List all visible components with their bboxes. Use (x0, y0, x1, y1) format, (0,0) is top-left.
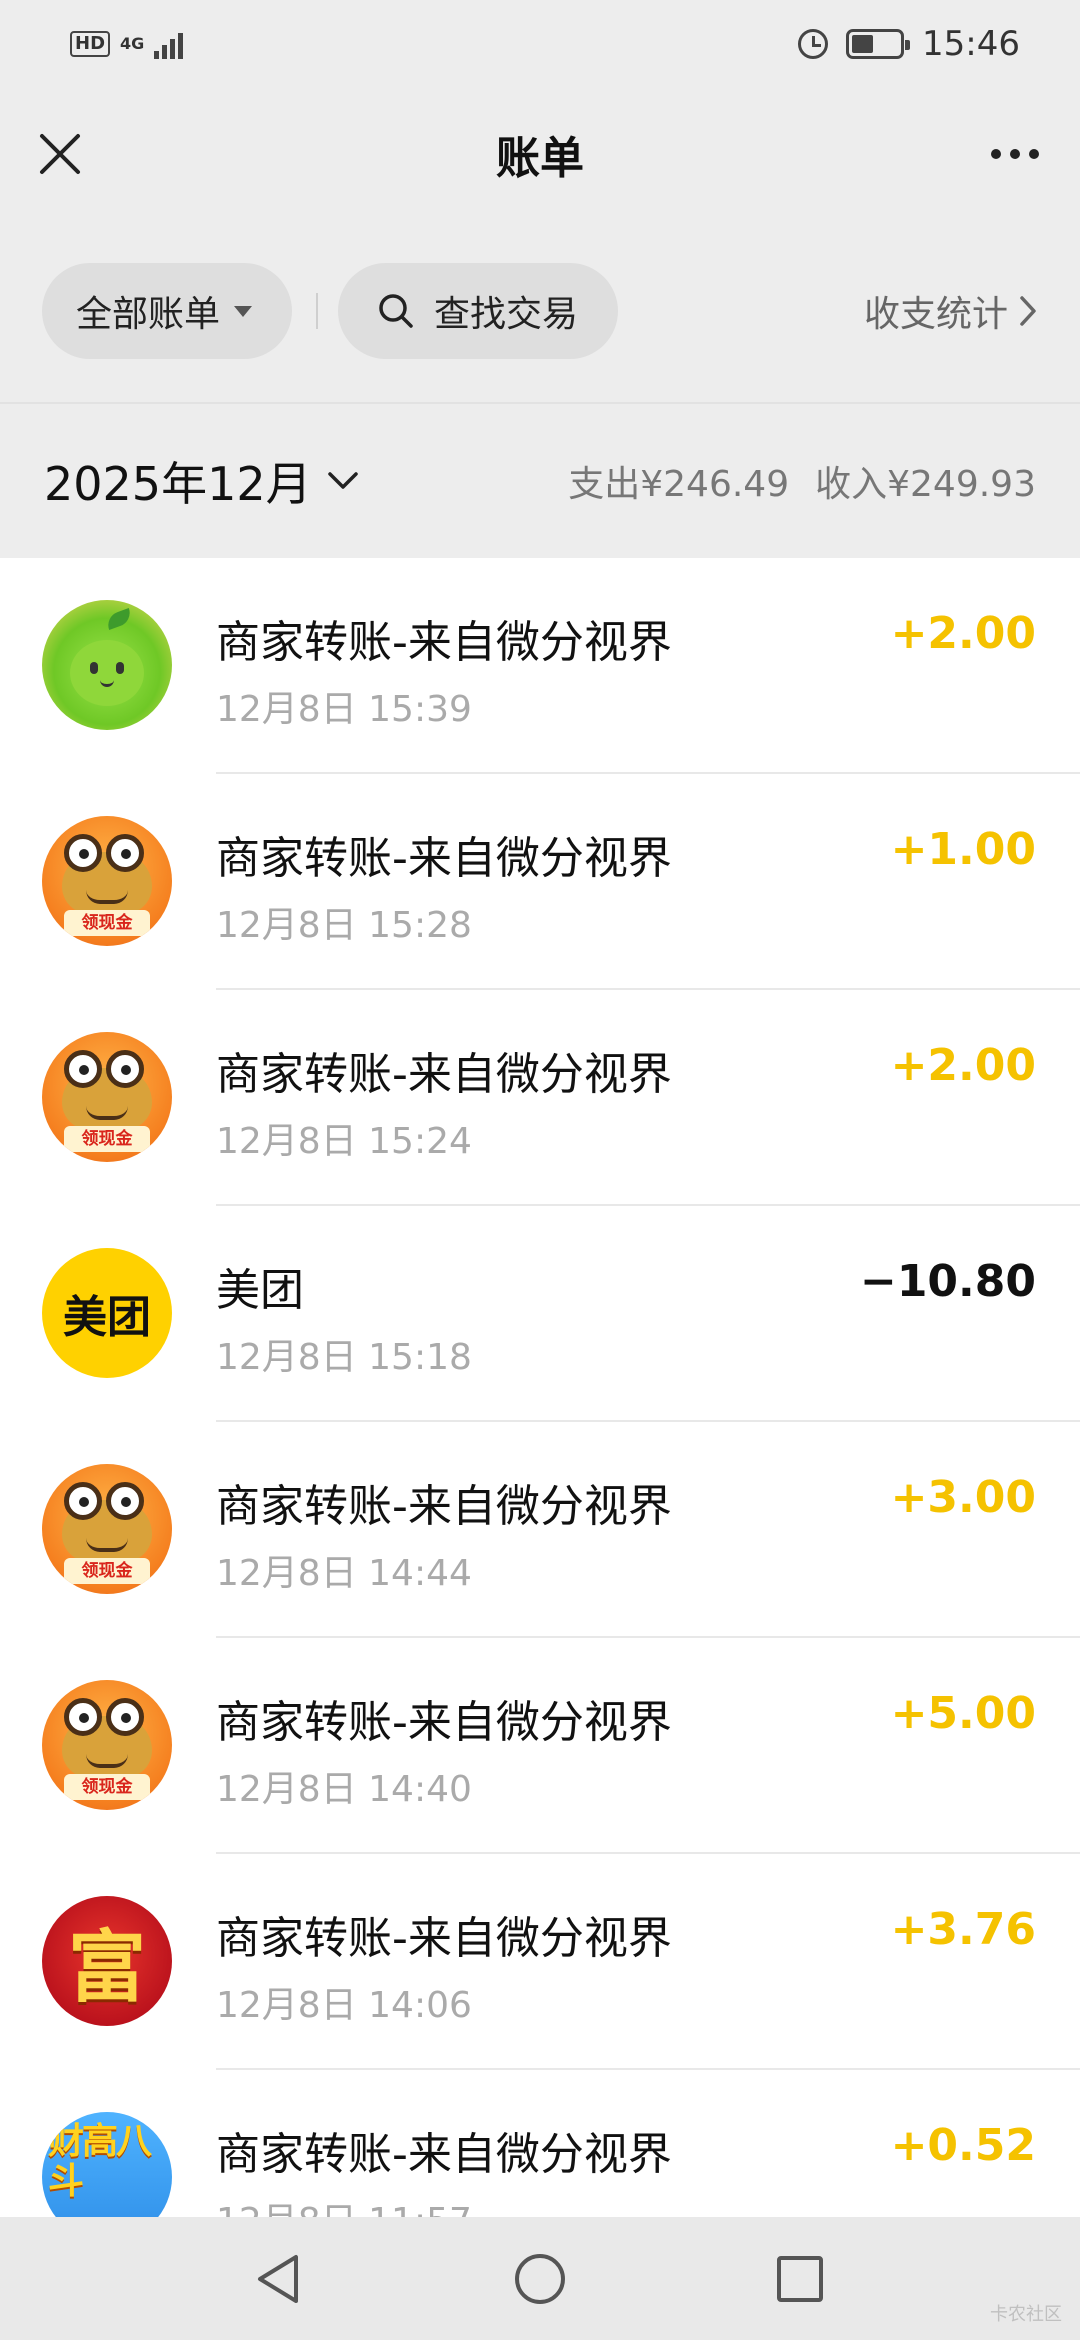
close-icon (40, 134, 80, 174)
frog-avatar-icon: 领现金 (42, 1680, 172, 1810)
transaction-title: 商家转账-来自微分视界 (216, 617, 672, 668)
transaction-row[interactable]: 领现金 商家转账-来自微分视界 12月8日 14:44 +3.00 (0, 1422, 1080, 1638)
caret-down-icon (234, 305, 253, 317)
back-button[interactable] (250, 2249, 310, 2309)
month-expense: 支出¥246.49 (568, 464, 790, 505)
all-bills-label: 全部账单 (76, 294, 221, 335)
recents-square-icon (777, 2255, 823, 2302)
transaction-title: 美团 (216, 1265, 304, 1316)
search-icon (379, 294, 413, 328)
filter-bar: 全部账单 查找交易 收支统计 (0, 220, 1080, 402)
chevron-down-icon (327, 472, 358, 489)
more-dot-icon (1010, 149, 1020, 159)
status-left: HD 4G (70, 29, 184, 59)
transaction-row[interactable]: 富 商家转账-来自微分视界 12月8日 14:06 +3.76 (0, 1854, 1080, 2070)
signal-icon (154, 29, 184, 59)
hd-badge: HD (70, 31, 111, 57)
transaction-amount: −10.80 (859, 1256, 1036, 1307)
transaction-amount: +1.00 (890, 824, 1036, 875)
transaction-title: 商家转账-来自微分视界 (216, 1913, 672, 1964)
month-summary: 支出¥246.49 收入¥249.93 (568, 455, 1036, 507)
transaction-time: 12月8日 14:40 (216, 1769, 472, 1810)
alarm-icon (798, 29, 829, 59)
transaction-row[interactable]: 领现金 商家转账-来自微分视界 12月8日 15:28 +1.00 (0, 774, 1080, 990)
status-right: 15:46 (798, 24, 1020, 64)
transaction-title: 商家转账-来自微分视界 (216, 2129, 672, 2180)
transaction-amount: +2.00 (890, 1040, 1036, 1091)
watermark: 卡农社区 (990, 2304, 1062, 2325)
home-circle-icon (515, 2253, 565, 2304)
transaction-amount: +3.76 (890, 1904, 1036, 1955)
month-selector[interactable]: 2025年12月 (44, 448, 360, 514)
transaction-amount: +0.52 (890, 2120, 1036, 2171)
transaction-row[interactable]: 商家转账-来自微分视界 12月8日 15:39 +2.00 (0, 558, 1080, 774)
transaction-title: 商家转账-来自微分视界 (216, 1049, 672, 1100)
status-bar: HD 4G 15:46 (0, 0, 1080, 88)
cai-avatar-text: 财高八斗 (48, 2121, 152, 2202)
battery-icon (846, 29, 911, 59)
month-income: 收入¥249.93 (815, 464, 1036, 505)
transaction-amount: +5.00 (890, 1688, 1036, 1739)
system-nav-bar: 卡农社区 (0, 2217, 1080, 2340)
nav-bar: 账单 (0, 88, 1080, 220)
avatar-ribbon: 领现金 (64, 1126, 150, 1152)
divider (316, 293, 318, 329)
home-button[interactable] (510, 2249, 570, 2309)
transaction-row[interactable]: 美团 美团 12月8日 15:18 −10.80 (0, 1206, 1080, 1422)
more-dot-icon (1029, 149, 1039, 159)
meituan-logo-icon: 美团 (42, 1248, 172, 1378)
all-bills-dropdown[interactable]: 全部账单 (42, 263, 292, 359)
transaction-time: 12月8日 15:18 (216, 1337, 472, 1378)
transaction-list: 商家转账-来自微分视界 12月8日 15:39 +2.00 领现金 商家转账-来… (0, 558, 1080, 2286)
month-label: 2025年12月 (44, 457, 312, 511)
stats-link[interactable]: 收支统计 (864, 285, 1038, 337)
search-transactions-button[interactable]: 查找交易 (338, 263, 618, 359)
meituan-logo-text: 美团 (63, 1292, 151, 1343)
chevron-right-icon (1020, 296, 1036, 326)
avatar-ribbon: 领现金 (64, 1558, 150, 1584)
more-dot-icon (991, 149, 1001, 159)
avatar-ribbon: 领现金 (64, 910, 150, 936)
transaction-time: 12月8日 14:06 (216, 1985, 472, 2026)
network-type: 4G (120, 34, 145, 53)
transaction-amount: +2.00 (890, 608, 1036, 659)
apple-avatar-icon (42, 600, 172, 730)
frog-avatar-icon: 领现金 (42, 816, 172, 946)
fu-character: 富 (67, 1922, 146, 2013)
transaction-time: 12月8日 15:39 (216, 689, 472, 730)
month-header: 2025年12月 支出¥246.49 收入¥249.93 (0, 402, 1080, 558)
transaction-title: 商家转账-来自微分视界 (216, 1481, 672, 1532)
transaction-time: 12月8日 15:28 (216, 905, 472, 946)
avatar-ribbon: 领现金 (64, 1774, 150, 1800)
fu-avatar-icon: 富 (42, 1896, 172, 2026)
transaction-time: 12月8日 14:44 (216, 1553, 472, 1594)
transaction-row[interactable]: 领现金 商家转账-来自微分视界 12月8日 15:24 +2.00 (0, 990, 1080, 1206)
transaction-row[interactable]: 领现金 商家转账-来自微分视界 12月8日 14:40 +5.00 (0, 1638, 1080, 1854)
transaction-title: 商家转账-来自微分视界 (216, 833, 672, 884)
more-button[interactable] (980, 124, 1050, 184)
search-label: 查找交易 (434, 294, 579, 335)
close-button[interactable] (30, 124, 90, 184)
transaction-amount: +3.00 (890, 1472, 1036, 1523)
transaction-title: 商家转账-来自微分视界 (216, 1697, 672, 1748)
transaction-time: 12月8日 15:24 (216, 1121, 472, 1162)
clock: 15:46 (922, 24, 1020, 64)
frog-avatar-icon: 领现金 (42, 1032, 172, 1162)
stats-label: 收支统计 (863, 294, 1008, 335)
battery-level (852, 35, 874, 53)
back-triangle-icon (258, 2254, 298, 2303)
frog-avatar-icon: 领现金 (42, 1464, 172, 1594)
recents-button[interactable] (770, 2249, 830, 2309)
page-title: 账单 (496, 133, 584, 184)
